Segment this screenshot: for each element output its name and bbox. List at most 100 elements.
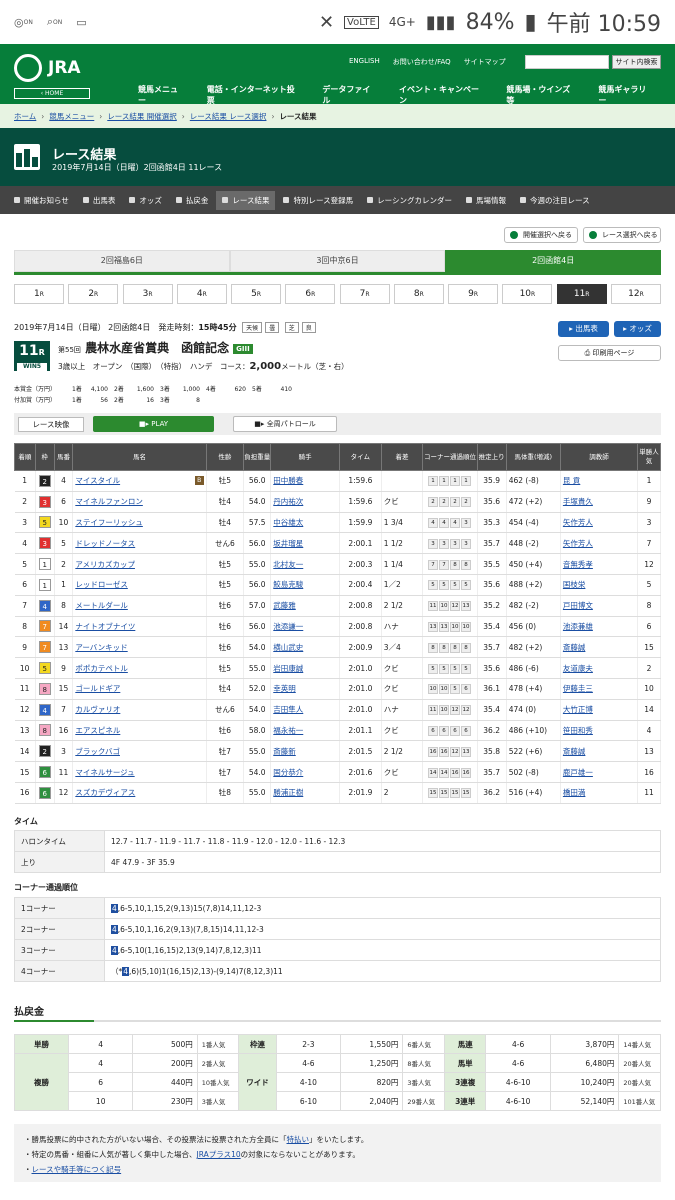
- breadcrumb-meeting[interactable]: レース結果 開催選択: [107, 111, 177, 122]
- jockey-link[interactable]: 武藤雅: [270, 595, 341, 617]
- race-tab-10[interactable]: 10R: [502, 284, 553, 304]
- tab-results[interactable]: レース結果: [216, 190, 276, 210]
- trainer-link[interactable]: 国枝栄: [560, 574, 638, 596]
- jockey-link[interactable]: 中谷雄太: [270, 512, 341, 534]
- jockey-link[interactable]: 鮫島克駿: [270, 574, 341, 596]
- horse-name-link[interactable]: アーバンキッド: [72, 636, 207, 659]
- horse-name-link[interactable]: マイネルファンロン: [72, 491, 207, 513]
- jockey-link[interactable]: 北村友一: [270, 553, 341, 575]
- race-tab-5[interactable]: 5R: [231, 284, 282, 304]
- race-tab-4[interactable]: 4R: [176, 284, 227, 304]
- breadcrumb-menu[interactable]: 競馬メニュー: [49, 111, 94, 122]
- jockey-link[interactable]: 坂井瑠星: [270, 532, 341, 555]
- patrol-video-button[interactable]: ■▸ 全周パトロール: [233, 416, 337, 432]
- horse-name-link[interactable]: ポポカテペトル: [72, 657, 207, 679]
- trainer-link[interactable]: 斎藤誠: [560, 636, 638, 659]
- tokubarai-link[interactable]: 特払い: [287, 1135, 310, 1144]
- horse-name-link[interactable]: レッドローゼス: [72, 574, 207, 596]
- site-search-input[interactable]: [525, 55, 609, 69]
- jockey-link[interactable]: 田中勝春: [270, 470, 341, 492]
- nav-keiba-menu[interactable]: 競馬メニュー: [138, 84, 185, 106]
- race-tab-1[interactable]: 1R: [14, 284, 64, 304]
- trainer-link[interactable]: 手塚貴久: [560, 491, 638, 513]
- tab-payout[interactable]: 払戻金: [175, 195, 208, 206]
- race-tab-8[interactable]: 8R: [393, 284, 444, 304]
- horse-name-link[interactable]: マイネルサージュ: [72, 761, 207, 783]
- jraplus10-link[interactable]: JRAプラス10: [197, 1150, 241, 1159]
- horse-name-link[interactable]: ステイフーリッシュ: [72, 512, 207, 534]
- horse-name-link[interactable]: エアスピネル: [72, 720, 207, 742]
- trainer-link[interactable]: 橋田満: [560, 782, 638, 804]
- nav-datafile[interactable]: データファイル: [322, 84, 377, 106]
- trainer-link[interactable]: 友道康夫: [560, 657, 638, 679]
- trainer-link[interactable]: 伊藤圭三: [560, 678, 638, 700]
- race-tab-3[interactable]: 3R: [122, 284, 173, 304]
- race-tab-9[interactable]: 9R: [448, 284, 499, 304]
- tab-notice[interactable]: 開催お知らせ: [14, 195, 69, 206]
- venue-fukushima[interactable]: 2回福島6日: [14, 250, 230, 272]
- race-tab-11[interactable]: 11R: [556, 284, 607, 304]
- tab-calendar[interactable]: レーシングカレンダー: [367, 195, 452, 206]
- english-link[interactable]: ENGLISH: [349, 57, 380, 67]
- trainer-link[interactable]: 大竹正博: [560, 699, 638, 721]
- nav-voting[interactable]: 電話・インターネット投票: [207, 84, 301, 106]
- horse-name-link[interactable]: メートルダール: [72, 595, 207, 617]
- horse-name-link[interactable]: スズカデヴィアス: [72, 782, 207, 804]
- site-search-button[interactable]: サイト内検索: [612, 55, 661, 69]
- horse-name-link[interactable]: ドレッドノータス: [72, 532, 207, 555]
- jockey-link[interactable]: 福永祐一: [270, 720, 341, 742]
- venue-chukyo[interactable]: 3回中京6日: [229, 250, 446, 272]
- jockey-link[interactable]: 斎藤新: [270, 740, 341, 763]
- horse-name-link[interactable]: マイスタイル B: [72, 470, 207, 492]
- trainer-link[interactable]: 音無秀孝: [560, 553, 638, 575]
- symbols-link[interactable]: レースや騎手等につく記号: [32, 1165, 122, 1174]
- nav-gallery[interactable]: 競馬ギャラリー: [598, 84, 653, 106]
- jockey-link[interactable]: 池添謙一: [270, 616, 341, 638]
- odds-button[interactable]: ▸ オッズ: [614, 321, 661, 337]
- back-to-race-button[interactable]: レース選択へ戻る: [583, 227, 661, 243]
- race-tab-6[interactable]: 6R: [285, 284, 336, 304]
- jockey-link[interactable]: 丹内祐次: [270, 491, 341, 513]
- tab-entries[interactable]: 出馬表: [82, 195, 115, 206]
- trainer-link[interactable]: 鹿戸雄一: [560, 761, 638, 783]
- breadcrumb-home[interactable]: ホーム: [14, 111, 36, 122]
- tab-odds[interactable]: オッズ: [129, 195, 162, 206]
- faq-link[interactable]: お問い合わせ/FAQ: [393, 57, 451, 67]
- print-button[interactable]: ⎙ 印刷用ページ: [558, 345, 661, 361]
- horse-name-link[interactable]: カルヴァリオ: [72, 699, 207, 721]
- tab-special[interactable]: 特別レース登録馬: [283, 195, 353, 206]
- horse-name-link[interactable]: ゴールドギア: [72, 678, 207, 700]
- trainer-link[interactable]: 池添兼雄: [560, 616, 638, 638]
- breadcrumb-race[interactable]: レース結果 レース選択: [190, 111, 267, 122]
- jockey-link[interactable]: 国分恭介: [270, 761, 341, 783]
- entries-button[interactable]: ▸ 出馬表: [558, 321, 609, 337]
- race-tab-12[interactable]: 12R: [610, 284, 661, 304]
- tab-featured[interactable]: 今週の注目レース: [519, 195, 590, 206]
- back-to-meeting-button[interactable]: 開催選択へ戻る: [504, 227, 578, 243]
- trainer-link[interactable]: 矢作芳人: [560, 512, 638, 534]
- nav-racecourse[interactable]: 競馬場・ウインズ等: [506, 84, 576, 106]
- tab-track[interactable]: 馬場情報: [465, 195, 506, 206]
- jockey-link[interactable]: 横山武史: [270, 636, 341, 659]
- horse-name-link[interactable]: ブラックバゴ: [72, 740, 207, 763]
- race-tab-7[interactable]: 7R: [339, 284, 390, 304]
- trainer-link[interactable]: 戸田博文: [560, 595, 638, 617]
- nav-event[interactable]: イベント・キャンペーン: [399, 84, 484, 106]
- horse-name-link[interactable]: ナイトオブナイツ: [72, 616, 207, 638]
- horse-name-link[interactable]: アメリカズカップ: [72, 553, 207, 575]
- play-video-button[interactable]: ■▸ PLAY: [93, 416, 214, 432]
- jockey-link[interactable]: 吉田隼人: [270, 699, 341, 721]
- home-button[interactable]: ‹ HOME: [14, 88, 90, 99]
- corner-position: 4: [449, 517, 460, 528]
- sitemap-link[interactable]: サイトマップ: [464, 57, 506, 67]
- trainer-link[interactable]: 矢作芳人: [560, 532, 638, 555]
- jra-logo[interactable]: JRA: [14, 54, 81, 82]
- jockey-link[interactable]: 岩田康誠: [270, 657, 341, 679]
- trainer-link[interactable]: 笹田和秀: [560, 720, 638, 742]
- race-tab-2[interactable]: 2R: [68, 284, 119, 304]
- trainer-link[interactable]: 昆 貢: [560, 470, 638, 492]
- trainer-link[interactable]: 斎藤誠: [560, 740, 638, 763]
- jockey-link[interactable]: 幸英明: [270, 678, 341, 700]
- venue-hakodate[interactable]: 2回函館4日: [445, 250, 662, 272]
- jockey-link[interactable]: 勝浦正樹: [270, 782, 341, 804]
